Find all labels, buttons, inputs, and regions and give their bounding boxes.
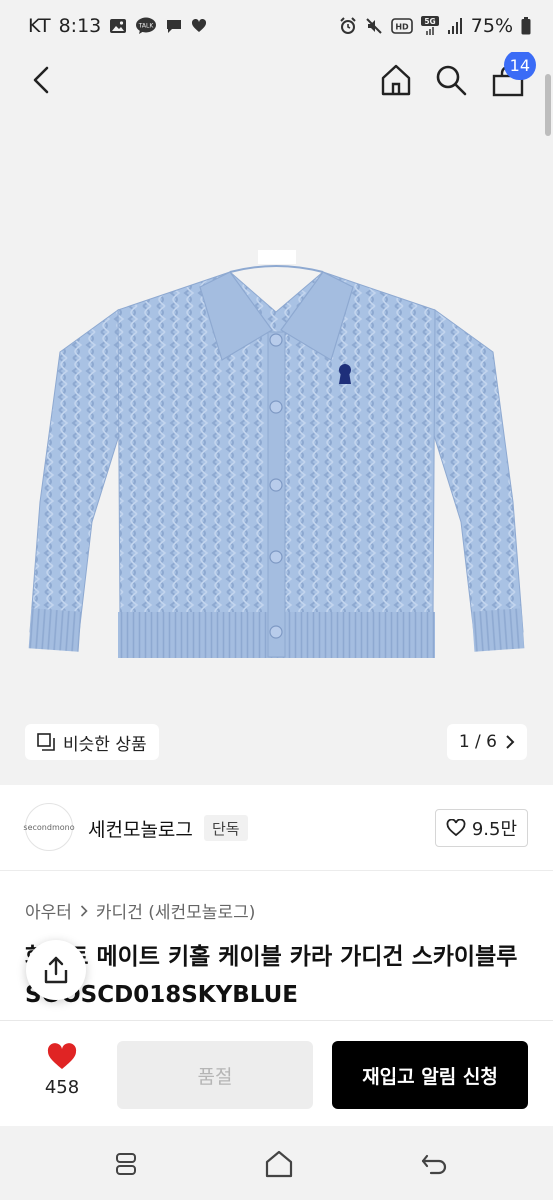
- search-button[interactable]: [429, 58, 473, 102]
- similar-products-button[interactable]: 비슷한 상품: [25, 724, 159, 760]
- system-home-button[interactable]: [259, 1144, 299, 1184]
- system-back-button[interactable]: [414, 1144, 454, 1184]
- soldout-button: 품절: [117, 1041, 313, 1109]
- battery-percent: 75%: [470, 15, 513, 37]
- system-home-icon: [265, 1150, 293, 1178]
- recent-apps-button[interactable]: [106, 1144, 146, 1184]
- scroll-indicator: [545, 74, 551, 136]
- restock-notify-button[interactable]: 재입고 알림 신청: [332, 1041, 528, 1109]
- svg-text:HD: HD: [395, 23, 409, 32]
- cell-signal-icon: [447, 17, 463, 35]
- wishlist-count: 458: [44, 1077, 80, 1098]
- brand-like-count: 9.5만: [471, 819, 517, 840]
- similar-products-icon: [37, 733, 55, 751]
- product-title: 화이트 메이트 키홀 케이블 카라 가디건 스카이블루 SOOSCD018SKY…: [25, 944, 518, 1008]
- purchase-action-bar: 458 품절 재입고 알림 신청: [0, 1020, 553, 1126]
- breadcrumb: 아우터 카디건 (세컨모놀로그): [25, 898, 255, 923]
- top-navigation: 14: [0, 52, 553, 112]
- hd-icon: HD: [390, 18, 413, 34]
- gallery-notification-icon: [109, 18, 127, 34]
- brand-avatar[interactable]: secondmono: [23, 803, 75, 851]
- back-button[interactable]: [20, 58, 64, 102]
- 5g-signal-icon: 5G: [420, 16, 439, 36]
- chevron-right-icon: [80, 904, 88, 917]
- chevron-right-icon: [506, 735, 515, 749]
- brand-name[interactable]: 세컨모놀로그: [88, 815, 193, 842]
- cart-count-badge: 14: [503, 52, 536, 80]
- alarm-icon: [339, 17, 357, 35]
- battery-icon: [521, 17, 531, 35]
- wishlist-button[interactable]: 458: [32, 1043, 92, 1098]
- recent-apps-icon: [116, 1153, 136, 1175]
- status-bar: KT 8:13 TALK HD 5G 75%: [0, 0, 553, 52]
- search-icon: [436, 65, 467, 96]
- carrier-label: KT: [28, 15, 51, 37]
- similar-products-label: 비슷한 상품: [63, 734, 147, 755]
- chat-bubble-icon: [165, 18, 183, 34]
- breadcrumb-category[interactable]: 아우터: [25, 898, 72, 923]
- talk-notification-icon: TALK: [135, 17, 157, 35]
- svg-text:5G: 5G: [424, 17, 435, 26]
- image-pager[interactable]: 1 / 6: [446, 724, 527, 760]
- heart-filled-icon: [47, 1043, 77, 1069]
- svg-text:TALK: TALK: [138, 23, 155, 30]
- clock: 8:13: [58, 15, 102, 37]
- system-back-icon: [421, 1154, 447, 1175]
- system-navigation-bar: [0, 1126, 553, 1200]
- product-image[interactable]: [0, 202, 553, 742]
- heart-notification-icon: [191, 19, 207, 33]
- home-button[interactable]: [374, 58, 418, 102]
- brand-row: secondmono 세컨모놀로그 단독 9.5만: [0, 785, 553, 871]
- brand-avatar-text: secondmono: [23, 822, 75, 832]
- back-arrow-icon: [33, 66, 49, 94]
- breadcrumb-subcategory[interactable]: 카디건 (세컨모놀로그): [96, 898, 255, 923]
- share-icon: [44, 956, 68, 984]
- mute-icon: [365, 17, 383, 35]
- share-button[interactable]: [26, 940, 86, 1000]
- exclusive-badge: 단독: [204, 815, 248, 841]
- image-pager-label: 1 / 6: [458, 732, 497, 752]
- product-gallery: 14 비슷한 상품 1 / 6: [0, 52, 553, 785]
- brand-like-button[interactable]: 9.5만: [434, 809, 528, 847]
- heart-outline-icon: [446, 819, 466, 837]
- home-icon: [381, 64, 411, 96]
- cart-button[interactable]: 14: [486, 52, 536, 104]
